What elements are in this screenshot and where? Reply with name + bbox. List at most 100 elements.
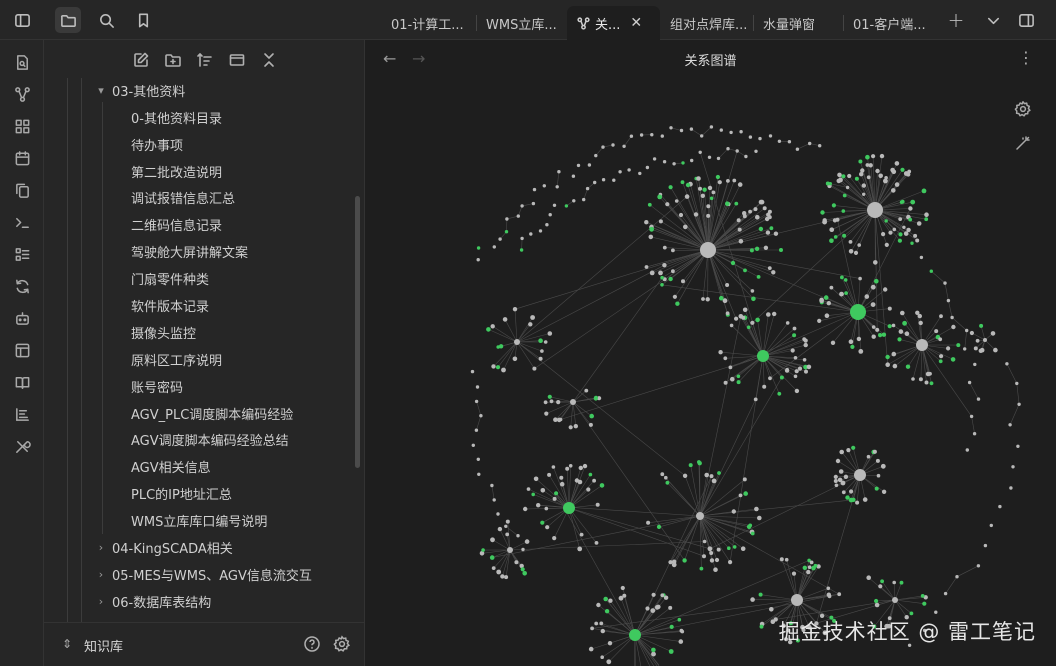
files-folder-icon[interactable]: [55, 7, 81, 33]
graph-node[interactable]: [475, 385, 480, 389]
graph-node[interactable]: [606, 659, 612, 665]
graph-node[interactable]: [802, 358, 807, 362]
graph-node[interactable]: [990, 331, 996, 336]
graph-node[interactable]: [943, 591, 948, 596]
graph-node[interactable]: [568, 464, 573, 468]
graph-node[interactable]: [757, 350, 769, 362]
graph-node[interactable]: [934, 329, 939, 334]
graph-node[interactable]: [505, 519, 510, 524]
graph-node[interactable]: [884, 242, 889, 247]
graph-node[interactable]: [674, 199, 679, 203]
graph-node[interactable]: [868, 163, 873, 168]
graph-node[interactable]: [820, 210, 825, 215]
graph-node[interactable]: [565, 466, 570, 471]
graph-node[interactable]: [556, 417, 562, 423]
graph-node[interactable]: [875, 327, 880, 332]
graph-node[interactable]: [700, 242, 716, 258]
graph-node[interactable]: [894, 182, 900, 187]
graph-node[interactable]: [538, 356, 543, 361]
graph-node[interactable]: [858, 159, 863, 164]
graph-node[interactable]: [967, 380, 972, 385]
graph-node[interactable]: [668, 560, 673, 565]
graph-node[interactable]: [748, 135, 753, 139]
graph-node[interactable]: [545, 525, 550, 530]
graph-node[interactable]: [730, 376, 735, 382]
graph-node[interactable]: [671, 269, 675, 274]
graph-node[interactable]: [662, 160, 667, 164]
graph-node[interactable]: [753, 207, 758, 212]
file-item[interactable]: 原料区工序说明: [131, 348, 222, 370]
graph-node[interactable]: [622, 144, 626, 148]
graph-node[interactable]: [481, 548, 485, 552]
graph-node[interactable]: [725, 201, 730, 206]
graph-node[interactable]: [719, 128, 723, 132]
graph-node[interactable]: [599, 483, 605, 488]
graph-node[interactable]: [951, 324, 956, 330]
graph-node[interactable]: [555, 185, 559, 189]
graph-node[interactable]: [1015, 381, 1019, 386]
graph-node[interactable]: [737, 182, 743, 187]
graph-node[interactable]: [762, 384, 767, 389]
graph-node[interactable]: [862, 192, 866, 196]
graph-node[interactable]: [675, 301, 680, 306]
graph-node[interactable]: [716, 156, 721, 161]
graph-node[interactable]: [477, 472, 481, 476]
graph-node[interactable]: [668, 185, 673, 190]
graph-node[interactable]: [765, 230, 771, 235]
graph-node[interactable]: [548, 213, 552, 217]
folder-04-kingscada[interactable]: › 04-KingSCADA相关: [94, 536, 233, 558]
graph-node[interactable]: [809, 560, 814, 565]
graph-node[interactable]: [975, 338, 980, 343]
graph-node[interactable]: [875, 203, 880, 207]
graph-node[interactable]: [878, 173, 883, 179]
graph-node[interactable]: [862, 497, 868, 502]
graph-node[interactable]: [594, 541, 599, 545]
graph-node[interactable]: [973, 362, 977, 367]
graph-node[interactable]: [759, 624, 764, 629]
graph-node[interactable]: [835, 458, 841, 464]
graph-node[interactable]: [520, 567, 525, 572]
graph-node[interactable]: [683, 224, 688, 230]
graph-icon[interactable]: [12, 84, 32, 104]
graph-node[interactable]: [819, 298, 824, 303]
graph-node[interactable]: [709, 558, 715, 563]
graph-node[interactable]: [939, 354, 944, 359]
graph-node[interactable]: [709, 125, 714, 129]
sort-icon[interactable]: [196, 51, 214, 69]
graph-node[interactable]: [684, 194, 690, 199]
graph-node[interactable]: [903, 231, 909, 236]
graph-node[interactable]: [528, 322, 533, 327]
graph-node[interactable]: [706, 204, 711, 209]
graph-node[interactable]: [787, 140, 792, 144]
graph-node[interactable]: [646, 520, 651, 525]
graph-node[interactable]: [645, 165, 650, 170]
graph-node[interactable]: [758, 199, 764, 205]
graph-node[interactable]: [593, 180, 597, 185]
graph-node[interactable]: [654, 605, 660, 610]
graph-node[interactable]: [906, 227, 911, 233]
graph-node[interactable]: [858, 276, 862, 281]
graph-node[interactable]: [496, 345, 500, 349]
file-item[interactable]: 账号密码: [131, 375, 183, 397]
graph-node[interactable]: [492, 245, 496, 249]
graph-node[interactable]: [490, 537, 495, 543]
graph-node[interactable]: [887, 306, 892, 311]
graph-node[interactable]: [892, 227, 897, 232]
graph-node[interactable]: [594, 621, 599, 626]
graph-node[interactable]: [734, 201, 739, 206]
graph-node[interactable]: [588, 472, 593, 477]
graph-node[interactable]: [898, 232, 903, 237]
graph-node[interactable]: [938, 359, 943, 364]
graph-node[interactable]: [711, 478, 717, 484]
graph-node[interactable]: [885, 362, 890, 368]
graph-node[interactable]: [818, 144, 822, 148]
graph-node[interactable]: [779, 557, 784, 562]
graph-node[interactable]: [706, 213, 711, 218]
graph-node[interactable]: [746, 325, 751, 330]
graph-node[interactable]: [919, 255, 924, 260]
graph-node[interactable]: [793, 374, 798, 379]
graph-node[interactable]: [552, 203, 557, 207]
graph-node[interactable]: [750, 320, 755, 325]
graph-node[interactable]: [773, 617, 778, 622]
graph-node[interactable]: [648, 234, 654, 240]
